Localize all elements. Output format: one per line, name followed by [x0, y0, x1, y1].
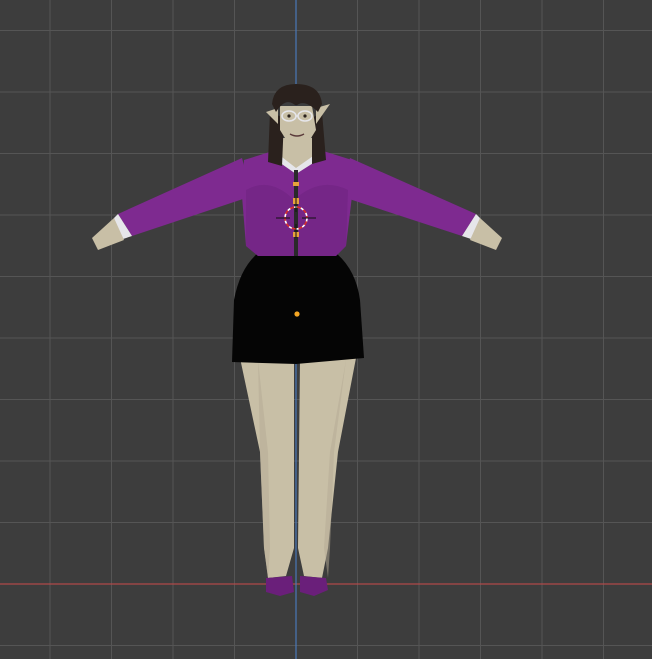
- viewport-canvas[interactable]: [0, 0, 652, 659]
- shoes: [266, 576, 328, 596]
- character-model[interactable]: [92, 84, 502, 596]
- skirt: [232, 253, 364, 364]
- button-1: [293, 182, 299, 186]
- object-origin-icon[interactable]: [294, 311, 300, 317]
- 3d-viewport[interactable]: [0, 0, 652, 659]
- legs: [240, 358, 356, 578]
